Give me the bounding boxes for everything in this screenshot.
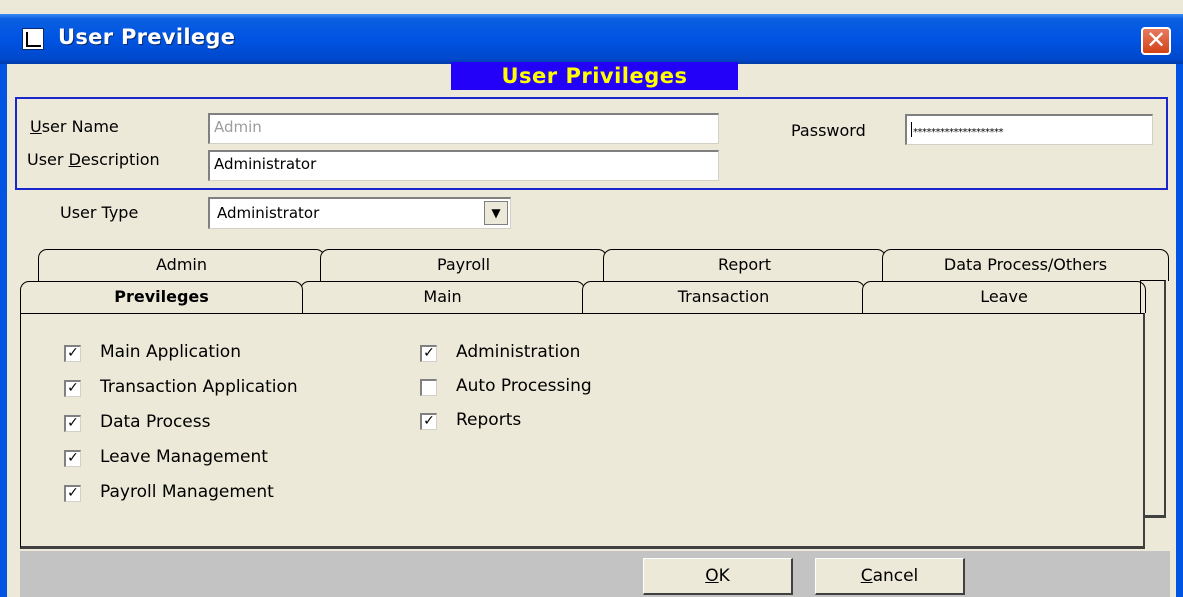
checkbox-label: Administration: [456, 342, 581, 362]
user-type-dropdown[interactable]: Administrator ▼: [208, 197, 511, 229]
checkbox-label: Reports: [456, 410, 522, 430]
password-field[interactable]: ********************: [905, 114, 1153, 145]
tab-report[interactable]: Report: [603, 249, 886, 281]
user-previlege-window: User Previlege ✕ User Privileges User Na…: [0, 0, 1183, 597]
tab-payroll[interactable]: Payroll: [320, 249, 607, 281]
window-frame-left: [0, 64, 7, 597]
checkbox-label: Main Application: [100, 342, 241, 362]
checkbox-label: Payroll Management: [100, 482, 274, 502]
tab-transaction[interactable]: Transaction: [582, 281, 865, 313]
checkbox-label: Leave Management: [100, 447, 268, 467]
user-type-label: User Type: [60, 203, 139, 222]
tab-previleges[interactable]: Previleges: [20, 281, 303, 313]
window-title: User Previlege: [58, 25, 236, 49]
checkbox-box[interactable]: ✓: [64, 380, 81, 397]
checkbox-box[interactable]: ✓: [420, 345, 437, 362]
cancel-button[interactable]: Cancel: [815, 558, 965, 595]
tab-admin[interactable]: Admin: [38, 249, 325, 281]
checkbox-box[interactable]: ✓: [64, 415, 81, 432]
checkbox-box[interactable]: ✓: [420, 413, 437, 430]
checkbox-box[interactable]: ✓: [64, 485, 81, 502]
checkbox-label: Auto Processing: [456, 376, 592, 396]
user-name-label: User Name: [30, 117, 119, 136]
user-name-field[interactable]: Admin: [208, 113, 719, 144]
text-cursor: [911, 122, 912, 137]
ok-button[interactable]: OK: [643, 558, 793, 595]
password-label: Password: [791, 121, 866, 140]
user-description-label: User Description: [27, 150, 160, 169]
title-bar[interactable]: User Previlege ✕: [0, 14, 1183, 64]
checkbox-label: Transaction Application: [100, 377, 298, 397]
user-type-selected: Administrator: [217, 204, 320, 222]
button-bar: [20, 551, 1170, 597]
tab-main[interactable]: Main: [300, 281, 585, 313]
page-title: User Privileges: [451, 62, 738, 90]
tab-data-process-others[interactable]: Data Process/Others: [882, 249, 1169, 281]
checkbox-box[interactable]: ✓: [64, 450, 81, 467]
checkbox-box[interactable]: [420, 379, 437, 396]
dropdown-arrow-icon[interactable]: ▼: [484, 201, 508, 225]
checkbox-box[interactable]: ✓: [64, 345, 81, 362]
tab-leave[interactable]: Leave: [862, 281, 1146, 313]
checkbox-label: Data Process: [100, 412, 211, 432]
app-icon: [22, 28, 44, 50]
user-description-field[interactable]: Administrator: [208, 150, 719, 181]
window-frame-right: [1176, 64, 1183, 597]
close-button[interactable]: ✕: [1141, 27, 1171, 55]
password-mask: ********************: [913, 127, 1004, 138]
